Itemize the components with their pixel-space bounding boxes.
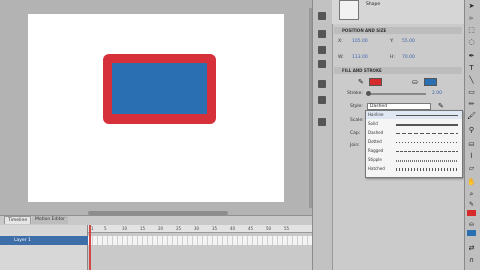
section-fill-stroke[interactable]: FILL AND STROKE — [334, 67, 462, 74]
width-value[interactable]: 113.00 — [352, 55, 368, 60]
style-option-solid[interactable]: Solid — [368, 120, 396, 128]
style-option-hairline[interactable]: Hairline — [368, 111, 396, 119]
tool-fill-color-swatch[interactable] — [467, 230, 476, 236]
pencil-tool-icon[interactable]: ✏ — [467, 100, 476, 108]
ruler-tick: 10 — [122, 226, 128, 231]
playhead[interactable] — [89, 225, 91, 270]
swatches-icon[interactable] — [318, 46, 326, 54]
paint-bucket-icon: ⛀ — [412, 78, 418, 86]
style-option-hatched[interactable]: Hatched — [368, 165, 396, 173]
tab-motion-editor[interactable]: Motion Editor — [32, 216, 69, 224]
text-tool-icon[interactable]: T — [467, 64, 476, 72]
components-icon[interactable] — [318, 118, 326, 126]
ruler-tick: 20 — [158, 226, 164, 231]
bone-tool-icon[interactable]: ⚲ — [467, 126, 476, 134]
transform-icon[interactable] — [318, 80, 326, 88]
ruler-tick: 15 — [140, 226, 146, 231]
join-label: Join: — [350, 143, 360, 148]
style-preview-solid — [396, 124, 458, 126]
stroke-label: Stroke: — [347, 91, 363, 96]
style-option-stipple[interactable]: Stipple — [368, 156, 396, 164]
subselection-tool-icon[interactable]: ▹ — [467, 14, 476, 22]
stroke-slider-knob[interactable] — [366, 91, 371, 96]
panel-gutter — [312, 0, 332, 270]
style-preview-dotted — [396, 142, 458, 143]
style-select[interactable]: Dashed — [367, 103, 431, 110]
scale-label: Scale: — [350, 118, 364, 123]
library-icon[interactable] — [318, 12, 326, 20]
ruler-tick: 25 — [176, 226, 182, 231]
stroke-color-swatch[interactable] — [369, 78, 382, 86]
ruler-tick: 1 — [91, 226, 94, 231]
ruler-tick: 5 — [104, 226, 107, 231]
layer-frames[interactable] — [88, 236, 312, 245]
section-position-size[interactable]: POSITION AND SIZE — [334, 27, 462, 34]
height-value[interactable]: 70.00 — [402, 55, 415, 60]
swap-colors-icon[interactable]: ⇄ — [467, 244, 476, 252]
ruler-tick: 35 — [212, 226, 218, 231]
style-preview-hairline — [396, 115, 458, 116]
width-label: W: — [338, 55, 344, 60]
style-preview-ragged — [396, 151, 458, 152]
style-option-ragged[interactable]: Ragged — [368, 147, 396, 155]
style-option-dotted[interactable]: Dotted — [368, 138, 396, 146]
style-option-dashed[interactable]: Dashed — [368, 129, 396, 137]
layers-column — [0, 225, 88, 270]
free-transform-tool-icon[interactable]: ⬚ — [467, 26, 476, 34]
ruler-tick: 30 — [194, 226, 200, 231]
ruler-tick: 45 — [248, 226, 254, 231]
stroke-pencil-icon: ✎ — [468, 201, 475, 208]
ruler-tick: 50 — [266, 226, 272, 231]
layer-name[interactable]: Layer 1 — [14, 236, 31, 245]
y-value[interactable]: 55.00 — [402, 39, 415, 44]
paint-bucket-tool-icon[interactable]: ⛀ — [467, 140, 476, 148]
hand-tool-icon[interactable]: ✋ — [467, 178, 476, 186]
x-value[interactable]: 105.00 — [352, 39, 368, 44]
eyedropper-tool-icon[interactable]: ⌇ — [467, 152, 476, 160]
ruler-tick: 55 — [284, 226, 290, 231]
info-icon[interactable] — [318, 96, 326, 104]
style-preview-dashed — [396, 133, 458, 134]
zoom-tool-icon[interactable]: ⌕ — [467, 190, 476, 198]
stroke-slider[interactable] — [368, 93, 426, 95]
fill-bucket-icon: ⛀ — [468, 221, 475, 228]
align-icon[interactable] — [318, 60, 326, 68]
rectangle-shape-fill[interactable] — [112, 63, 207, 114]
fill-color-swatch[interactable] — [424, 78, 437, 86]
y-label: Y: — [390, 39, 394, 44]
rectangle-tool-icon[interactable]: ▭ — [467, 88, 476, 96]
eraser-tool-icon[interactable]: ▱ — [467, 164, 476, 172]
edit-stroke-style-icon[interactable]: ✎ — [438, 103, 444, 110]
style-preview-hatched — [396, 168, 458, 171]
snap-magnet-icon[interactable]: ∩ — [467, 256, 476, 264]
tab-timeline[interactable]: Timeline — [4, 216, 32, 224]
style-preview-stipple — [396, 160, 458, 162]
stroke-value[interactable]: 2.00 — [432, 91, 442, 96]
cap-label: Cap: — [350, 131, 361, 136]
height-label: H: — [390, 55, 395, 60]
brush-tool-icon[interactable]: 🖌 — [467, 112, 476, 120]
shape-thumbnail-icon — [339, 0, 359, 20]
ruler-tick: 40 — [230, 226, 236, 231]
pen-tool-icon[interactable]: ✒ — [467, 52, 476, 60]
color-icon[interactable] — [318, 30, 326, 38]
selection-tool-icon[interactable]: ➤ — [467, 2, 476, 10]
lasso-tool-icon[interactable]: ◌ — [467, 38, 476, 46]
style-label: Style: — [350, 104, 363, 109]
line-tool-icon[interactable]: ╲ — [467, 76, 476, 84]
pencil-stroke-icon: ✎ — [358, 78, 364, 86]
instance-type-label: Shape — [366, 2, 381, 7]
tool-stroke-color-swatch[interactable] — [467, 210, 476, 216]
x-label: X: — [338, 39, 343, 44]
